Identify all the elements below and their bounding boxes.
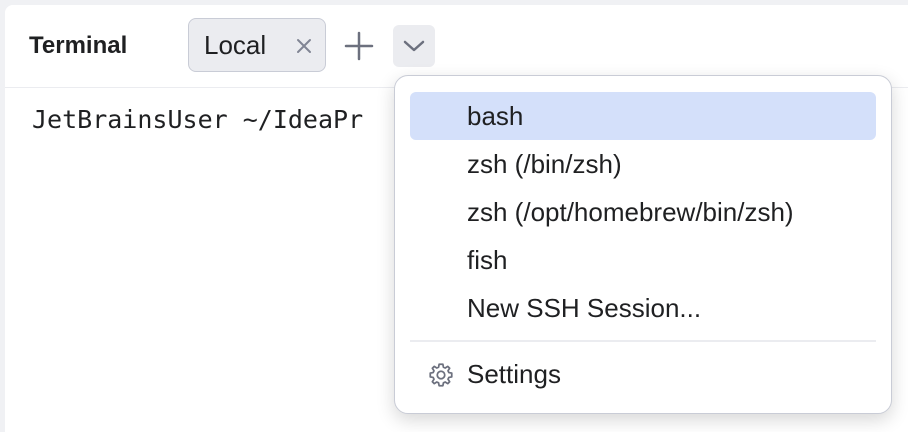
menu-item-label: New SSH Session...	[467, 293, 702, 323]
terminal-prompt: JetBrainsUser ~/IdeaPr	[32, 105, 364, 134]
gear-icon	[429, 363, 453, 387]
menu-item-new-ssh-session[interactable]: New SSH Session...	[410, 284, 876, 332]
shell-dropdown-button[interactable]	[393, 25, 435, 67]
panel-title: Terminal	[29, 32, 128, 59]
menu-item-fish[interactable]: fish	[410, 236, 876, 284]
tab-local[interactable]: Local	[188, 18, 326, 72]
menu-separator	[410, 340, 876, 342]
new-tab-button[interactable]	[342, 29, 376, 63]
menu-item-zsh-homebrew[interactable]: zsh (/opt/homebrew/bin/zsh)	[410, 188, 876, 236]
shell-selection-menu: bash zsh (/bin/zsh) zsh (/opt/homebrew/b…	[394, 75, 892, 414]
menu-item-settings[interactable]: Settings	[410, 350, 876, 398]
menu-item-label: fish	[467, 245, 508, 275]
menu-item-label: Settings	[467, 359, 561, 389]
menu-item-label: bash	[467, 101, 524, 131]
close-icon[interactable]	[295, 37, 313, 55]
menu-item-bash[interactable]: bash	[410, 92, 876, 140]
menu-item-zsh-bin[interactable]: zsh (/bin/zsh)	[410, 140, 876, 188]
menu-item-label: zsh (/opt/homebrew/bin/zsh)	[467, 197, 794, 227]
plus-icon	[344, 31, 374, 61]
chevron-down-icon	[403, 40, 425, 52]
tab-label: Local	[204, 30, 267, 60]
menu-item-label: zsh (/bin/zsh)	[467, 149, 622, 179]
